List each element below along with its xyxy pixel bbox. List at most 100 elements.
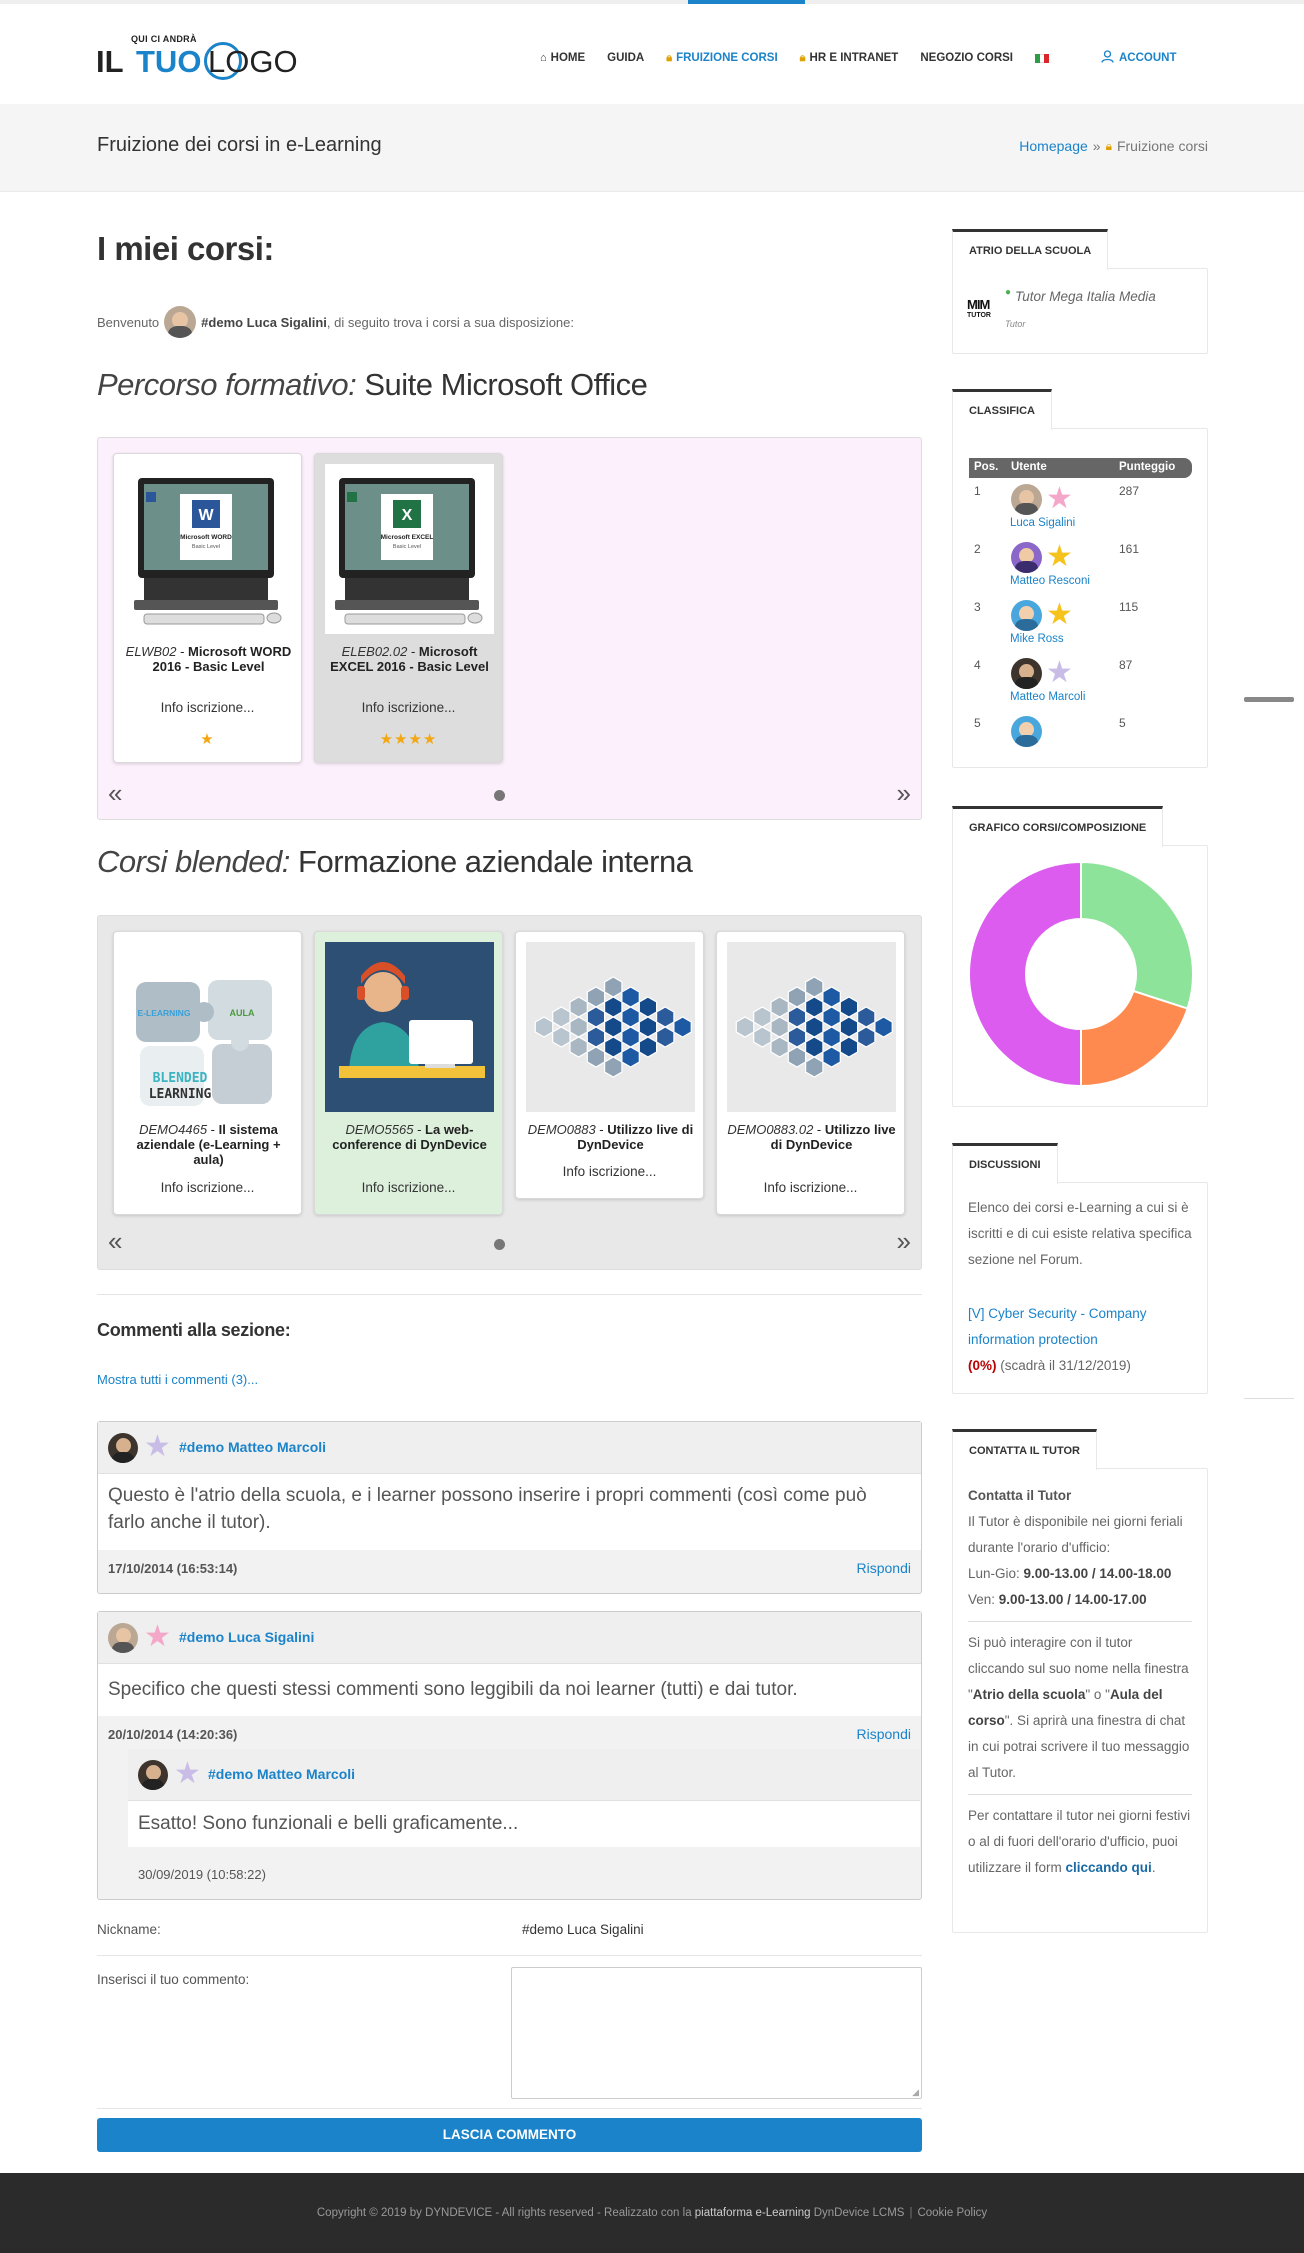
contact-form-link[interactable]: cliccando qui bbox=[1066, 1860, 1152, 1875]
avatar bbox=[164, 306, 197, 338]
nav-fruizione-label: FRUIZIONE CORSI bbox=[676, 52, 778, 64]
reply-link[interactable]: Rispondi bbox=[857, 1726, 911, 1742]
comment-author[interactable]: #demo Luca Sigalini bbox=[179, 1629, 314, 1645]
col-pos: Pos. bbox=[974, 461, 999, 473]
leaderboard-score: 287 bbox=[1119, 484, 1140, 498]
nav-home[interactable]: ⌂ HOME bbox=[540, 52, 585, 64]
resize-handle-icon[interactable]: ◢ bbox=[912, 2087, 919, 2098]
leaderboard-score: 87 bbox=[1119, 658, 1133, 672]
footer-platform[interactable]: piattaforma e-Learning bbox=[695, 2207, 811, 2219]
course-card[interactable]: DEMO0883.02 - Utilizzo live di DynDevice… bbox=[716, 931, 905, 1215]
avatar bbox=[108, 1433, 138, 1463]
comment-author[interactable]: #demo Matteo Marcoli bbox=[179, 1439, 326, 1455]
leaderboard-pos: 1 bbox=[974, 484, 981, 498]
course-title[interactable]: DEMO0883 - Utilizzo live di DynDevice bbox=[524, 1122, 697, 1152]
carousel-next-button[interactable]: » bbox=[897, 778, 911, 809]
carousel-next-button[interactable]: » bbox=[897, 1226, 911, 1257]
avatar bbox=[1011, 716, 1042, 747]
reply-link[interactable]: Rispondi bbox=[857, 1560, 911, 1576]
comment-date: 17/10/2014 (16:53:14) bbox=[108, 1561, 238, 1576]
tab-grafico[interactable]: GRAFICO CORSI/COMPOSIZIONE bbox=[952, 806, 1164, 847]
submit-comment-button[interactable]: LASCIA COMMENTO bbox=[97, 2118, 922, 2152]
course-info-link[interactable]: Info iscrizione... bbox=[717, 1180, 904, 1195]
course-title[interactable]: ELWB02 - Microsoft WORD 2016 - Basic Lev… bbox=[122, 644, 295, 674]
nav-guida[interactable]: GUIDA bbox=[607, 52, 644, 64]
course-code: DEMO0883 bbox=[527, 1122, 596, 1137]
breadcrumb-current: Fruizione corsi bbox=[1116, 138, 1208, 154]
comment-header: ★ #demo Luca Sigalini bbox=[98, 1612, 921, 1664]
course-card[interactable]: DEMO0883 - Utilizzo live di DynDevice In… bbox=[515, 931, 704, 1199]
tutor-logo-top: MIM bbox=[967, 297, 990, 312]
course-card[interactable]: DEMO5565 - La web-conference di DynDevic… bbox=[314, 931, 503, 1215]
course-info-link[interactable]: Info iscrizione... bbox=[114, 1180, 301, 1195]
course-card[interactable]: W Microsoft WORD Basic Level ELWB02 - Mi… bbox=[113, 453, 302, 763]
leaderboard-user[interactable]: Luca Sigalini bbox=[1010, 517, 1075, 529]
atrio-widget: ATRIO DELLA SCUOLA MIM TUTOR ● Tutor Meg… bbox=[952, 229, 1208, 354]
section-name: Formazione aziendale interna bbox=[289, 844, 693, 879]
leaderboard-user[interactable]: Matteo Marcoli bbox=[1010, 691, 1085, 703]
cookie-policy-link[interactable]: Cookie Policy bbox=[917, 2207, 987, 2219]
nav-negozio-corsi[interactable]: NEGOZIO CORSI bbox=[920, 52, 1013, 64]
nav-hr-intranet[interactable]: 🔒︎ HR E INTRANET bbox=[800, 52, 899, 65]
leaderboard-user[interactable]: Matteo Resconi bbox=[1010, 575, 1090, 587]
show-all-comments-link[interactable]: Mostra tutti i commenti (3)... bbox=[97, 1372, 258, 1387]
course-info-link[interactable]: Info iscrizione... bbox=[315, 1180, 502, 1195]
leaderboard-user[interactable]: Mike Ross bbox=[1010, 633, 1064, 645]
course-card[interactable]: X Microsoft EXCEL Basic Level ELEB02.02 … bbox=[314, 453, 503, 763]
rating-stars: ★ bbox=[200, 731, 215, 748]
breadcrumb-home[interactable]: Homepage bbox=[1019, 138, 1088, 154]
nav-guida-label: GUIDA bbox=[607, 52, 645, 64]
account-menu[interactable]: ACCOUNT bbox=[1101, 50, 1177, 66]
leaderboard-pos: 3 bbox=[974, 600, 981, 614]
puzzle-label: AULA bbox=[230, 1008, 255, 1018]
avatar bbox=[108, 1623, 138, 1653]
tab-discussioni[interactable]: DISCUSSIONI bbox=[952, 1143, 1058, 1184]
chart-slice-2[interactable] bbox=[1080, 989, 1189, 1087]
chart-slice-1[interactable] bbox=[1080, 861, 1194, 1010]
tab-contatta-tutor[interactable]: CONTATTA IL TUTOR bbox=[952, 1429, 1098, 1470]
carousel-dot[interactable] bbox=[494, 1239, 505, 1250]
carousel-dot[interactable] bbox=[494, 790, 505, 801]
course-info-link[interactable]: Info iscrizione... bbox=[114, 700, 301, 715]
course-title[interactable]: DEMO4465 - Il sistema aziendale (e-Learn… bbox=[122, 1122, 295, 1167]
site-logo[interactable]: QUI CI ANDRÀ IL TUO LOGO bbox=[96, 34, 306, 82]
rank-star-icon: ★ bbox=[1046, 598, 1073, 631]
comment-body: Questo è l'atrio della scuola, e i learn… bbox=[98, 1474, 921, 1550]
course-info-link[interactable]: Info iscrizione... bbox=[315, 700, 502, 715]
course-image-hexagons bbox=[727, 942, 896, 1112]
section-label: Percorso formativo: bbox=[97, 367, 357, 402]
carousel-prev-button[interactable]: « bbox=[108, 1226, 122, 1257]
nav-fruizione-corsi[interactable]: 🔒︎ FRUIZIONE CORSI bbox=[666, 52, 777, 65]
carousel-prev-button[interactable]: « bbox=[108, 778, 122, 809]
forum-course-link[interactable]: [V] Cyber Security - Company information… bbox=[968, 1306, 1147, 1347]
tab-classifica[interactable]: CLASSIFICA bbox=[952, 389, 1052, 430]
course-title[interactable]: ELEB02.02 - Microsoft EXCEL 2016 - Basic… bbox=[323, 644, 496, 674]
comment-textarea[interactable]: ◢ bbox=[511, 1967, 922, 2099]
welcome-prefix: Benvenuto bbox=[97, 314, 160, 330]
comment: ★ #demo Matteo Marcoli Questo è l'atrio … bbox=[97, 1421, 922, 1594]
tutor-atrio-name: Atrio della scuola bbox=[972, 1687, 1086, 1702]
tutor-name[interactable]: Tutor Mega Italia Media bbox=[1015, 289, 1156, 304]
course-card[interactable]: E-LEARNING AULA BLENDED LEARNING DEMO446… bbox=[113, 931, 302, 1215]
language-flag-italy[interactable] bbox=[1035, 53, 1050, 63]
reply-author[interactable]: #demo Matteo Marcoli bbox=[208, 1766, 355, 1782]
logo-word-il: IL bbox=[96, 44, 124, 79]
reply-body: Esatto! Sono funzionali e belli graficam… bbox=[128, 1801, 920, 1847]
course-title[interactable]: DEMO5565 - La web-conference di DynDevic… bbox=[323, 1122, 496, 1152]
lock-icon: 🔒︎ bbox=[1105, 138, 1112, 153]
chart-slice-3[interactable] bbox=[968, 861, 1082, 1087]
divider bbox=[968, 1794, 1192, 1795]
course-carousel-office: W Microsoft WORD Basic Level ELWB02 - Mi… bbox=[97, 437, 922, 820]
avatar bbox=[1011, 600, 1042, 631]
side-scroll-tab[interactable] bbox=[1244, 697, 1294, 702]
course-title[interactable]: DEMO0883.02 - Utilizzo live di DynDevice bbox=[725, 1122, 898, 1152]
screen-subtitle: Basic Level bbox=[192, 544, 220, 550]
tab-atrio[interactable]: ATRIO DELLA SCUOLA bbox=[952, 229, 1109, 270]
course-code: DEMO4465 bbox=[139, 1122, 208, 1137]
course-info-link[interactable]: Info iscrizione... bbox=[516, 1164, 703, 1179]
main-nav: ⌂ HOME GUIDA 🔒︎ FRUIZIONE CORSI 🔒︎ HR E INT… bbox=[540, 48, 1177, 68]
comment-body: Specifico che questi stessi commenti son… bbox=[98, 1664, 921, 1716]
rank-star-icon: ★ bbox=[144, 1430, 171, 1463]
reply-date: 30/09/2019 (10:58:22) bbox=[138, 1867, 266, 1882]
avatar bbox=[138, 1760, 168, 1790]
